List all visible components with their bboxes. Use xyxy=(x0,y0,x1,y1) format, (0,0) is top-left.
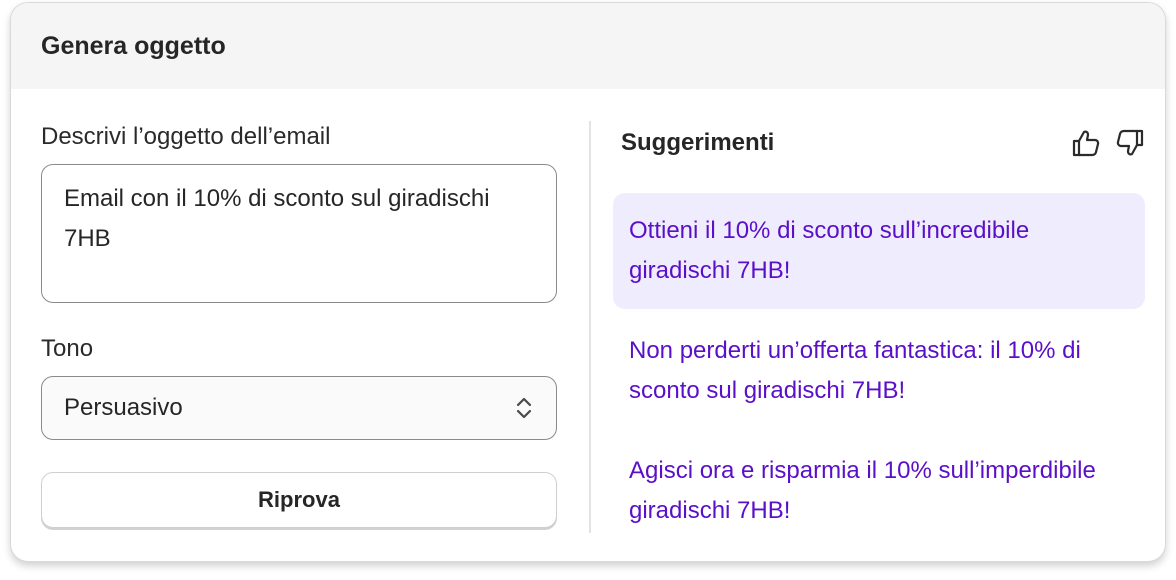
tone-selected-value: Persuasivo xyxy=(64,393,183,421)
thumbs-up-icon[interactable] xyxy=(1071,128,1101,158)
card-title: Genera oggetto xyxy=(41,31,226,60)
card-header: Genera oggetto xyxy=(11,3,1165,89)
subject-description-textarea[interactable]: Email con il 10% di sconto sul giradisch… xyxy=(41,163,557,303)
suggestion-item[interactable]: Agisci ora e risparmia il 10% sull’imper… xyxy=(613,433,1145,549)
chevron-updown-icon xyxy=(514,394,534,422)
tone-label: Tono xyxy=(41,334,94,362)
feedback-buttons xyxy=(1071,128,1145,158)
subject-description-label: Descrivi l’oggetto dell’email xyxy=(41,123,331,150)
suggestion-item[interactable]: Ottieni il 10% di sconto sull’incredibil… xyxy=(613,193,1145,309)
thumbs-down-icon[interactable] xyxy=(1115,128,1145,158)
suggestion-item[interactable]: Non perderti un’offerta fantastica: il 1… xyxy=(613,313,1145,429)
column-divider xyxy=(589,121,591,533)
suggestions-header: Suggerimenti xyxy=(613,123,1145,163)
generate-subject-card: Genera oggetto Descrivi l’oggetto dell’e… xyxy=(10,2,1166,562)
suggestions-panel: Suggerimenti Ottieni il 10% di sconto su… xyxy=(613,123,1145,549)
subject-form: Descrivi l’oggetto dell’email Email con … xyxy=(41,123,557,528)
retry-button[interactable]: Riprova xyxy=(41,471,557,528)
suggestions-title: Suggerimenti xyxy=(621,129,775,156)
tone-select[interactable]: Persuasivo xyxy=(41,375,557,440)
